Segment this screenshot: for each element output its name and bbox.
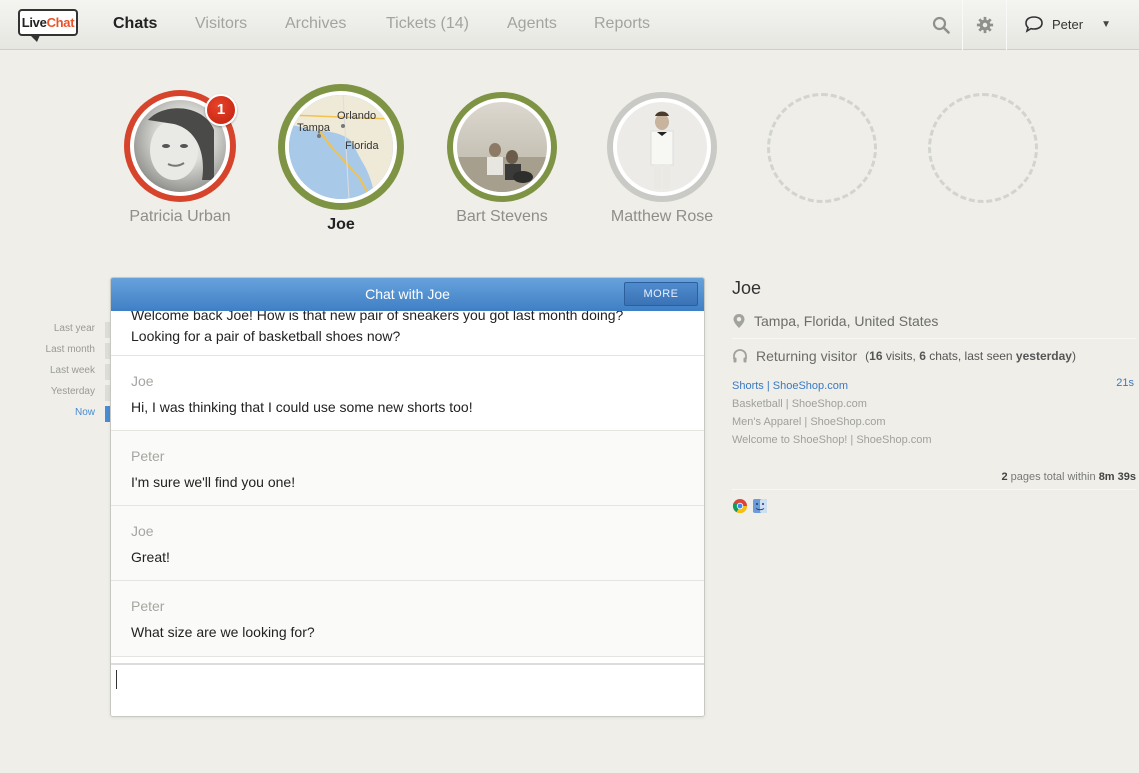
message-item: Joe Hi, I was thinking that I could use … (111, 356, 704, 431)
user-name: Peter (1052, 16, 1084, 32)
history-timeline: Last year Last month Last week Yesterday… (30, 320, 110, 425)
gear-icon (976, 16, 994, 34)
visitor-details-panel: Joe Tampa, Florida, United States Return… (732, 278, 1136, 514)
logo-text-chat: Chat (46, 15, 75, 30)
nav-divider (1006, 0, 1007, 50)
message-text: What size are we looking for? (131, 624, 315, 640)
speech-bubble-icon (1025, 16, 1043, 33)
map-label-tampa: Tampa (297, 122, 331, 134)
nav-item-tickets[interactable]: Tickets (14) (386, 15, 469, 33)
nav-item-agents[interactable]: Agents (507, 15, 557, 33)
visited-page-link[interactable]: Welcome to ShoeShop! | ShoeShop.com (732, 431, 1136, 449)
message-text: Looking for a pair of basketball shoes n… (131, 328, 401, 344)
empty-chat-slot (767, 93, 877, 203)
visitor-name: Patricia Urban (129, 208, 231, 225)
logo-text-live: Live (21, 15, 47, 30)
message-text: Great! (131, 549, 170, 565)
visited-page-link[interactable]: Shorts | ShoeShop.com (732, 377, 1136, 395)
map-label-orlando: Orlando (337, 110, 376, 122)
time-on-page: 21s (1116, 377, 1134, 389)
pages-summary-text: pages total within (1007, 471, 1099, 483)
timeline-item-yesterday[interactable]: Yesterday (30, 383, 110, 404)
message-author: Peter (131, 448, 165, 464)
visitor-name: Bart Stevens (456, 208, 548, 225)
livechat-logo[interactable]: LiveChat (18, 9, 78, 42)
visits-label: visits, (882, 349, 920, 363)
nav-item-archives[interactable]: Archives (285, 15, 346, 33)
nav-item-visitors[interactable]: Visitors (195, 15, 247, 33)
message-list[interactable]: Welcome back Joe! How is that new pair o… (111, 311, 704, 663)
unread-count-badge: 1 (205, 94, 237, 126)
visitor-type: Returning visitor (756, 348, 858, 364)
message-text: Welcome back Joe! How is that new pair o… (131, 311, 624, 323)
stats-paren-close: ) (1071, 349, 1076, 363)
visitor-location: Tampa, Florida, United States (732, 308, 1136, 334)
message-item: Joe Great! (111, 506, 704, 581)
empty-chat-slot (928, 93, 1038, 203)
visitor-platform-icons (732, 498, 1136, 514)
avatar-map: Orlando Tampa Florida (285, 91, 397, 203)
visitor-name: Joe (327, 216, 355, 233)
visitor-name: Matthew Rose (610, 208, 714, 225)
chat-header: Chat with Joe MORE (111, 278, 704, 311)
visitor-avatar-joe[interactable]: Orlando Tampa Florida Joe (277, 84, 405, 234)
visitor-avatar-bart[interactable]: Bart Stevens (446, 92, 558, 226)
visited-pages-list: Shorts | ShoeShop.com 21s Basketball | S… (732, 377, 1136, 449)
avatar (453, 98, 551, 196)
headphones-icon (733, 349, 747, 363)
location-pin-icon (733, 314, 745, 328)
avatar (613, 98, 711, 196)
visitor-avatar-patricia[interactable]: 1 Patricia Urban (118, 90, 242, 226)
chat-window: Chat with Joe MORE Welcome back Joe! How… (110, 277, 705, 717)
message-author: Joe (131, 523, 154, 539)
mac-finder-icon (753, 499, 767, 513)
visitor-avatar-matthew[interactable]: Matthew Rose (606, 92, 718, 226)
timeline-item-last-year[interactable]: Last year (30, 320, 110, 341)
nav-item-reports[interactable]: Reports (594, 15, 650, 33)
settings-button[interactable] (963, 0, 1007, 50)
top-navigation-bar: LiveChat Chats Visitors Archives Tickets… (0, 0, 1139, 50)
search-button[interactable] (919, 0, 963, 50)
visited-page-link[interactable]: Men's Apparel | ShoeShop.com (732, 413, 1136, 431)
avatar-ring (447, 92, 557, 202)
chevron-down-icon: ▼ (1101, 18, 1111, 30)
more-button[interactable]: MORE (624, 282, 698, 306)
visited-page-link[interactable]: Basketball | ShoeShop.com (732, 395, 1136, 413)
nav-item-chats[interactable]: Chats (113, 15, 157, 33)
timeline-item-now[interactable]: Now (30, 404, 110, 425)
avatar-ring: Orlando Tampa Florida (278, 84, 404, 210)
message-text: Hi, I was thinking that I could use some… (131, 399, 473, 415)
message-author: Peter (131, 598, 165, 614)
location-map: Orlando Tampa Florida (289, 95, 393, 199)
chats-count: 6 (919, 349, 926, 363)
chats-label: chats, last seen (925, 349, 1016, 363)
visitor-photo (457, 143, 547, 192)
map-label-florida: Florida (345, 140, 380, 152)
timeline-item-last-week[interactable]: Last week (30, 362, 110, 383)
message-text: I'm sure we'll find you one! (131, 474, 296, 490)
visitor-photo (650, 111, 674, 189)
visits-count: 16 (869, 349, 883, 363)
message-item: Peter I'm sure we'll find you one! (111, 431, 704, 506)
location-text: Tampa, Florida, United States (754, 313, 939, 329)
search-icon (932, 16, 950, 34)
message-item: Peter What size are we looking for? (111, 581, 704, 657)
visitor-stats: (16 visits, 6 chats, last seen yesterday… (865, 349, 1076, 363)
section-divider (732, 489, 1136, 490)
chat-title: Chat with Joe (365, 286, 450, 302)
message-author: Joe (131, 373, 154, 389)
pages-summary: 2 pages total within 8m 39s (732, 471, 1136, 489)
user-menu[interactable]: Peter ▼ (1024, 15, 1111, 33)
visitor-details-name: Joe (732, 278, 762, 298)
timeline-item-last-month[interactable]: Last month (30, 341, 110, 362)
text-cursor (116, 670, 117, 689)
message-input[interactable] (111, 663, 704, 716)
chrome-icon (732, 499, 748, 514)
avatar-ring (607, 92, 717, 202)
pages-duration: 8m 39s (1098, 471, 1136, 483)
returning-visitor-row: Returning visitor (16 visits, 6 chats, l… (732, 339, 1136, 373)
last-seen: yesterday (1015, 349, 1072, 363)
message-item: Welcome back Joe! How is that new pair o… (111, 311, 704, 356)
